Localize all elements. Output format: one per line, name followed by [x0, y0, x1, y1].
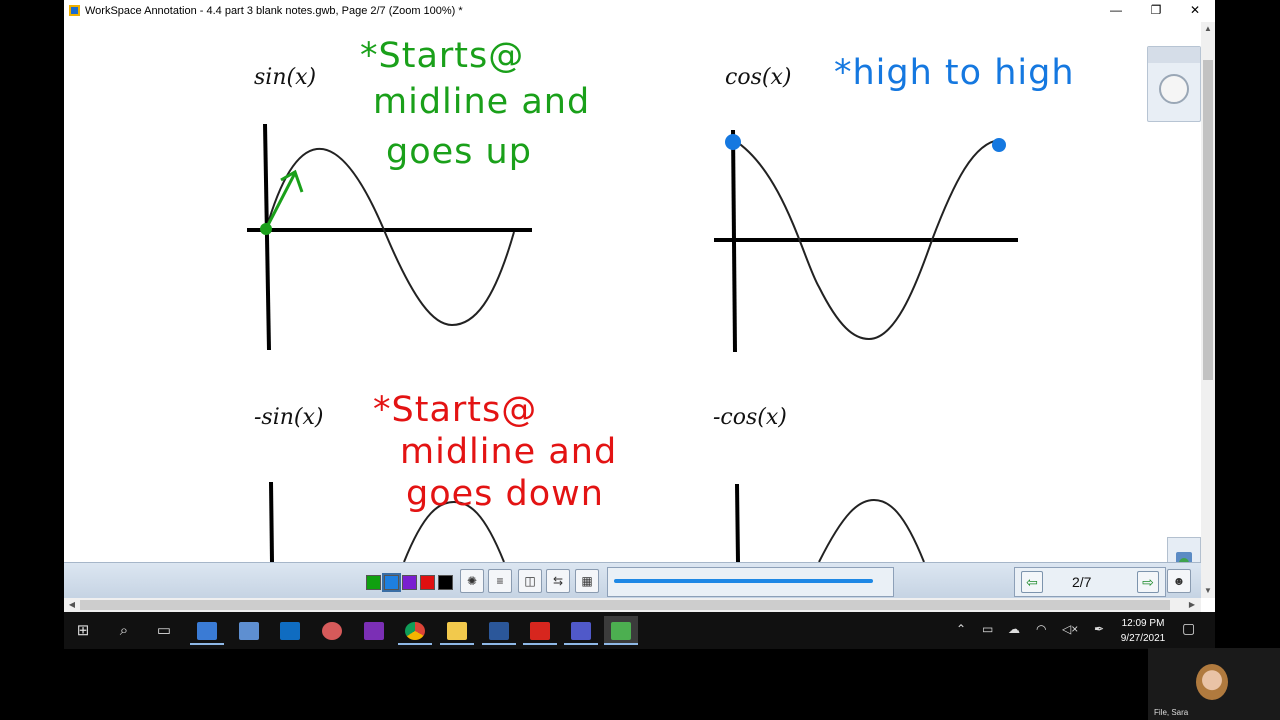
horizontal-scroll-thumb[interactable] — [80, 600, 1170, 610]
scroll-left-icon[interactable]: ◀ — [65, 600, 79, 609]
grid-icon[interactable]: ▦ — [575, 569, 599, 593]
close-button[interactable]: ✕ — [1175, 0, 1215, 22]
arrow-right-icon[interactable]: ⇨ — [1137, 571, 1159, 593]
color-swatch-blue[interactable] — [382, 573, 401, 592]
color-swatch-green[interactable] — [366, 575, 381, 590]
line-width-icon[interactable]: ≡ — [488, 569, 512, 593]
people-icon[interactable]: ☻ — [1167, 569, 1191, 593]
green-arrow-shaft — [265, 172, 297, 228]
graph-label-neg-cos: -cos(x) — [713, 405, 787, 430]
remove-circle-icon[interactable] — [1159, 74, 1189, 104]
task-view-icon[interactable]: ▭ — [147, 616, 181, 645]
eraser-icon[interactable]: ◫ — [518, 569, 542, 593]
battery-icon[interactable]: ▭ — [982, 622, 993, 636]
wifi-icon[interactable]: ◠ — [1036, 622, 1046, 636]
page-indicator: 2/7 — [1072, 574, 1092, 590]
horizontal-scrollbar[interactable]: ◀ ▶ — [64, 598, 1201, 612]
pen-width-slider[interactable] — [607, 567, 894, 597]
recycle-bin-icon[interactable] — [1167, 537, 1201, 562]
color-swatch-purple[interactable] — [402, 575, 417, 590]
onedrive-icon[interactable]: ☁ — [1008, 622, 1020, 636]
neg-cos-curve — [818, 498, 925, 562]
minimize-button[interactable]: — — [1096, 0, 1136, 22]
graph-label-neg-sin: -sin(x) — [254, 405, 324, 430]
palette-icon[interactable]: ✺ — [460, 569, 484, 593]
teams-icon[interactable] — [564, 616, 598, 645]
neg-sin-y-axis — [269, 481, 274, 562]
sin-y-axis — [263, 123, 271, 351]
blue-high-dot-left — [725, 134, 741, 150]
window-title: WorkSpace Annotation - 4.4 part 3 blank … — [85, 5, 463, 17]
acrobat-icon[interactable] — [523, 616, 557, 645]
color-swatch-red[interactable] — [420, 575, 435, 590]
webcam-thumbnail: File, Sara — [1148, 648, 1280, 720]
app-icon — [69, 5, 80, 16]
volume-mute-icon[interactable]: ◁× — [1062, 622, 1078, 636]
scroll-down-icon[interactable]: ▼ — [1201, 586, 1215, 595]
graph-label-sin: sin(x) — [254, 65, 317, 90]
floating-tool-panel[interactable] — [1147, 46, 1201, 122]
file-viewer-icon[interactable] — [232, 616, 266, 645]
tray-overflow-icon[interactable]: ⌃ — [956, 622, 966, 636]
green-note-line-3: goes up — [386, 132, 532, 172]
green-note-line-1: *Starts@ — [360, 36, 525, 76]
green-start-dot — [260, 223, 272, 235]
annotation-toolbar: ✺ ≡ ◫ ⇆ ▦ ⇦ 2/7 ⇨ ☻ — [64, 562, 1201, 599]
red-note-line-1: *Starts@ — [373, 390, 538, 430]
vertical-scroll-thumb[interactable] — [1203, 60, 1213, 380]
system-clock[interactable]: 12:09 PM 9/27/2021 — [1114, 616, 1172, 646]
onenote-icon[interactable] — [357, 616, 391, 645]
red-note-line-3: goes down — [406, 474, 604, 514]
chrome-icon[interactable] — [398, 616, 432, 645]
clock-time: 12:09 PM — [1121, 618, 1165, 629]
blue-note: *high to high — [834, 53, 1075, 93]
vertical-scrollbar[interactable]: ▲ ▼ — [1201, 22, 1215, 598]
outlook-icon[interactable] — [273, 616, 307, 645]
title-bar: WorkSpace Annotation - 4.4 part 3 blank … — [64, 0, 1215, 22]
presenter-name: File, Sara — [1154, 708, 1189, 717]
workspace-annotation-icon[interactable] — [604, 616, 638, 645]
word-icon[interactable] — [482, 616, 516, 645]
pen-icon[interactable]: ✒ — [1094, 622, 1104, 636]
windows-taskbar: ⊞ ⌕ ▭ ⌃ ▭ ☁ ◠ ◁× ✒ 12:09 PM 9/27/2021 ▢ — [64, 612, 1215, 649]
notification-icon[interactable]: ▢ — [1182, 620, 1195, 637]
workspace-annotation-window: WorkSpace Annotation - 4.4 part 3 blank … — [64, 0, 1215, 612]
panel-caption — [1148, 47, 1200, 63]
paint-icon[interactable] — [315, 616, 349, 645]
red-note-line-2: midline and — [400, 432, 618, 472]
scroll-right-icon[interactable]: ▶ — [1185, 600, 1199, 609]
resize-icon[interactable]: ⇆ — [546, 569, 570, 593]
green-note-line-2: midline and — [373, 82, 591, 122]
pen-width-fill — [614, 579, 873, 583]
graph-label-cos: cos(x) — [725, 65, 792, 90]
whiteboard-canvas[interactable]: sin(x) cos(x) -sin(x) -cos(x) *Starts@ m… — [64, 22, 1201, 562]
page-navigator: ⇦ 2/7 ⇨ — [1014, 567, 1166, 597]
clock-date: 9/27/2021 — [1120, 633, 1166, 644]
scroll-up-icon[interactable]: ▲ — [1201, 24, 1215, 33]
workspace-app-icon[interactable] — [190, 616, 224, 645]
graphs-drawing — [247, 123, 1018, 562]
presenter-avatar — [1196, 664, 1228, 700]
arrow-left-icon[interactable]: ⇦ — [1021, 571, 1043, 593]
blue-high-dot-right — [992, 138, 1006, 152]
neg-cos-y-axis — [735, 483, 740, 562]
file-explorer-icon[interactable] — [440, 616, 474, 645]
restore-button[interactable]: ❐ — [1136, 0, 1176, 22]
color-swatch-black[interactable] — [438, 575, 453, 590]
start-windows-icon[interactable]: ⊞ — [66, 616, 100, 645]
search-icon[interactable]: ⌕ — [107, 616, 141, 645]
